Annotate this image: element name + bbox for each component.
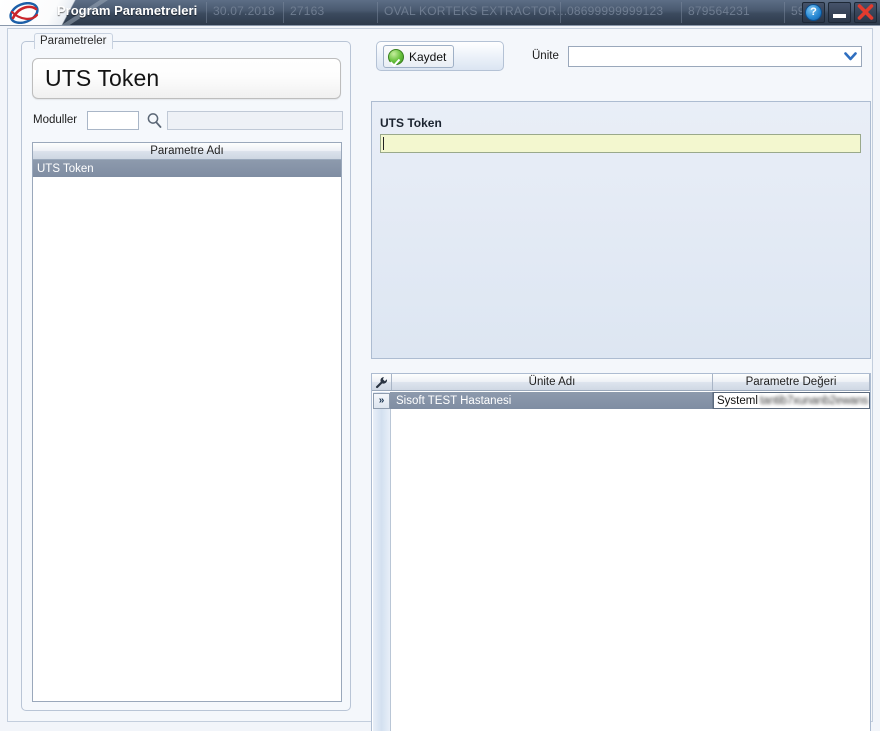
selected-parameter-title: UTS Token bbox=[45, 65, 160, 91]
unite-label: Ünite bbox=[532, 50, 559, 62]
client-area: Parametreler UTS Token Moduller Parametr… bbox=[0, 25, 880, 731]
moduller-name-input[interactable] bbox=[167, 110, 343, 130]
action-toolbar: Kaydet bbox=[376, 41, 504, 71]
token-input[interactable] bbox=[380, 134, 861, 153]
parameter-list[interactable]: Parametre Adı UTS Token bbox=[32, 142, 342, 702]
application-window: 166 30.07.2018 27163 OVAL KORTEKS EXTRAC… bbox=[0, 0, 880, 731]
chevron-down-icon[interactable] bbox=[842, 49, 859, 64]
moduller-code-input[interactable] bbox=[87, 110, 139, 130]
help-button[interactable]: ? bbox=[802, 2, 825, 23]
row-selector-button[interactable]: » bbox=[373, 392, 390, 409]
minimize-icon bbox=[833, 14, 846, 18]
grid-row-indicator-strip bbox=[373, 392, 391, 731]
unite-values-grid[interactable]: Ünite Adı Parametre Değeri » Sisoft TEST… bbox=[371, 373, 871, 731]
grid-tools-column-header[interactable] bbox=[372, 374, 392, 390]
window-title: Program Parametreleri bbox=[57, 3, 198, 18]
titlebar-bg-field-2: 27163 bbox=[290, 4, 325, 18]
cell-value-redacted: tantib7xunanb2ewans bbox=[759, 394, 869, 407]
parameter-list-header: Parametre Adı bbox=[33, 143, 341, 160]
check-circle-icon bbox=[388, 48, 404, 65]
titlebar-bg-field-3: OVAL KORTEKS EXTRACTOR... bbox=[384, 4, 568, 18]
title-bar: 166 30.07.2018 27163 OVAL KORTEKS EXTRAC… bbox=[0, 0, 880, 25]
parameters-groupbox-legend: Parametreler bbox=[34, 33, 114, 49]
cell-value-visible: Systeml bbox=[717, 394, 758, 407]
unite-select[interactable] bbox=[568, 45, 862, 67]
search-button[interactable] bbox=[143, 110, 165, 130]
selected-parameter-title-box: UTS Token bbox=[32, 58, 341, 99]
titlebar-bg-field-4: 08699999999123 bbox=[567, 4, 664, 18]
table-row[interactable]: » Sisoft TEST Hastanesi Systeml tantib7x… bbox=[373, 392, 870, 409]
save-button-label: Kaydet bbox=[409, 49, 447, 64]
cell-parametre-degeri[interactable]: Systeml tantib7xunanb2ewans .. bbox=[713, 392, 870, 409]
moduller-label: Moduller bbox=[33, 114, 78, 126]
close-icon bbox=[857, 4, 874, 20]
grid-header-row: Ünite Adı Parametre Değeri bbox=[372, 374, 870, 391]
list-item-label: UTS Token bbox=[37, 162, 94, 175]
text-caret bbox=[383, 137, 384, 150]
moduller-filter-row: Moduller bbox=[33, 109, 343, 131]
titlebar-bg-field-1: 30.07.2018 bbox=[213, 4, 276, 18]
list-item[interactable]: UTS Token bbox=[33, 160, 341, 177]
window-controls: ? bbox=[802, 2, 877, 23]
sisoft-logo-icon bbox=[9, 2, 39, 24]
cell-unite-adi: Sisoft TEST Hastanesi bbox=[390, 392, 713, 409]
help-icon: ? bbox=[805, 4, 822, 21]
wrench-icon bbox=[375, 376, 387, 388]
titlebar-bg-field-5: 879564231 bbox=[688, 4, 750, 18]
search-icon bbox=[147, 112, 161, 128]
token-edit-panel: UTS Token bbox=[371, 101, 871, 359]
parameters-groupbox: Parametreler UTS Token Moduller Parametr… bbox=[21, 33, 351, 711]
content-frame: Parametreler UTS Token Moduller Parametr… bbox=[7, 28, 873, 731]
token-field-label: UTS Token bbox=[380, 116, 442, 130]
minimize-button[interactable] bbox=[828, 2, 851, 23]
save-button[interactable]: Kaydet bbox=[383, 45, 455, 68]
close-button[interactable] bbox=[854, 2, 877, 23]
unite-field-row: Ünite bbox=[532, 45, 862, 67]
grid-column-header-unite-adi[interactable]: Ünite Adı bbox=[392, 374, 713, 390]
grid-column-header-parametre-degeri[interactable]: Parametre Değeri bbox=[713, 374, 870, 390]
